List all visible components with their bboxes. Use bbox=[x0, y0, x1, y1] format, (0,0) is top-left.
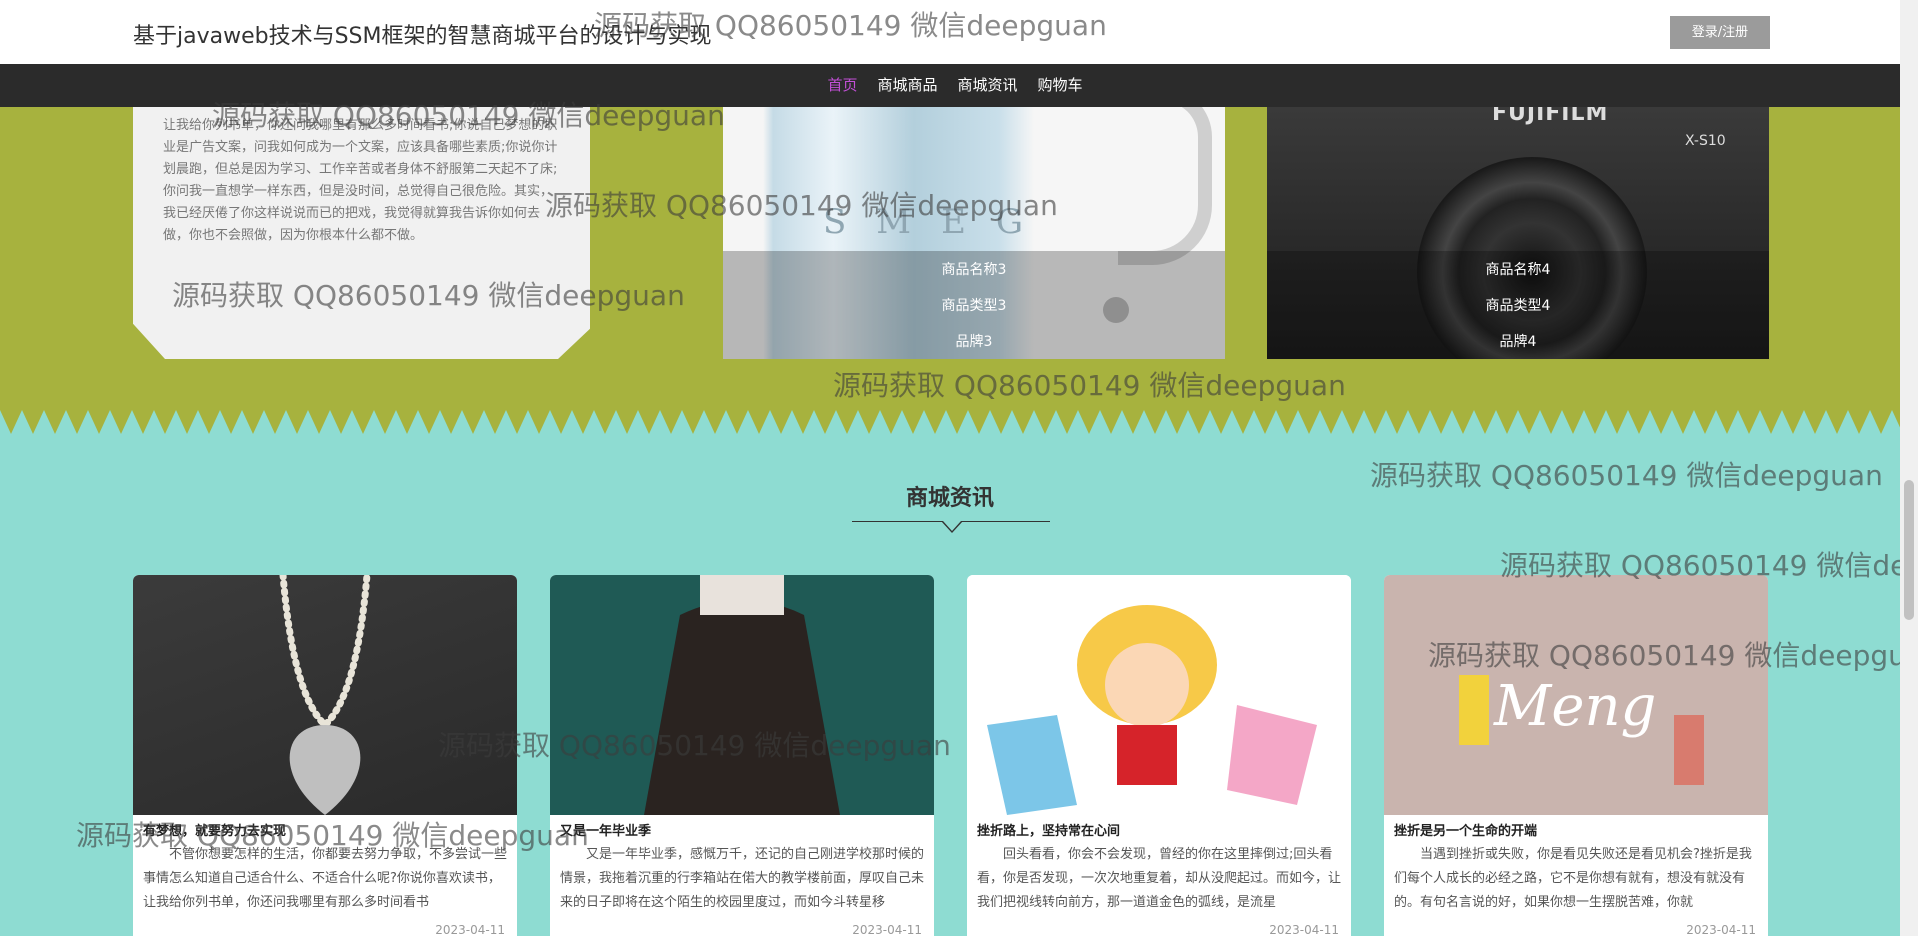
page-scrollbar[interactable] bbox=[1900, 0, 1918, 936]
news-card[interactable]: 有梦想，就要努力去实现 不管你想要怎样的生活，你都要去努力争取，不多尝试一些事情… bbox=[133, 575, 517, 936]
news-excerpt: 当遇到挫折或失败，你是看见失败还是看见机会?挫折是我们每个人成长的必经之路，它不… bbox=[1394, 847, 1752, 910]
top-header: 基于javaweb技术与SSM框架的智慧商城平台的设计与实现 登录/注册 bbox=[0, 0, 1900, 64]
svg-text:Meng: Meng bbox=[1493, 674, 1656, 739]
news-card[interactable]: 挫折路上，坚持常在心间 回头看看，你会不会发现，曾经的你在这里摔倒过;回头看看，… bbox=[967, 575, 1351, 936]
news-date: 2023-04-11 bbox=[1686, 923, 1756, 936]
news-excerpt: 又是一年毕业季，感慨万千，还记的自己刚进学校那时候的情景，我拖着沉重的行李箱站在… bbox=[560, 847, 924, 910]
news-date: 2023-04-11 bbox=[1269, 923, 1339, 936]
product-info-overlay: 商品名称4 商品类型4 品牌4 bbox=[1267, 251, 1769, 359]
product-brand: 品牌3 bbox=[955, 334, 993, 350]
product-card-4[interactable]: FUJIFILM X-S10 商品名称4 商品类型4 品牌4 bbox=[1267, 107, 1769, 359]
zigzag-divider bbox=[0, 410, 1900, 440]
news-image-meng-illustration: Meng bbox=[1384, 575, 1768, 815]
nav-item-cart[interactable]: 购物车 bbox=[1038, 64, 1083, 107]
news-image-necklace bbox=[133, 575, 517, 815]
news-excerpt: 回头看看，你会不会发现，曾经的你在这里摔倒过;回头看看，你是否发现，一次次地重复… bbox=[977, 847, 1341, 910]
product-name: 商品名称3 bbox=[941, 262, 1007, 278]
camera-model-text: X-S10 bbox=[1685, 133, 1726, 149]
product-type: 商品类型4 bbox=[1485, 298, 1551, 314]
product-card-3[interactable]: SMEG 商品名称3 商品类型3 品牌3 bbox=[723, 107, 1225, 359]
news-image-jacket bbox=[550, 575, 934, 815]
news-date: 2023-04-11 bbox=[435, 923, 505, 936]
nav-item-news[interactable]: 商城资讯 bbox=[958, 64, 1018, 107]
intro-text: 让我给你列书单，你还问我哪里有那么多时间看书;你说自己梦想的职业是广告文案，问我… bbox=[163, 118, 558, 243]
news-section-title: 商城资讯 bbox=[905, 486, 994, 511]
news-title: 有梦想，就要努力去实现 bbox=[143, 824, 287, 839]
nav-item-home[interactable]: 首页 bbox=[827, 64, 857, 107]
product-info-overlay: 商品名称3 商品类型3 品牌3 bbox=[723, 251, 1225, 359]
product-name: 商品名称4 bbox=[1485, 262, 1551, 278]
scrollbar-thumb[interactable] bbox=[1904, 480, 1914, 620]
product-type: 商品类型3 bbox=[941, 298, 1007, 314]
news-card[interactable]: 又是一年毕业季 又是一年毕业季，感慨万千，还记的自己刚进学校那时候的情景，我拖着… bbox=[550, 575, 934, 936]
news-title: 挫折路上，坚持常在心间 bbox=[977, 824, 1121, 839]
news-title: 又是一年毕业季 bbox=[560, 824, 652, 839]
site-title: 基于javaweb技术与SSM框架的智慧商城平台的设计与实现 bbox=[133, 24, 712, 49]
news-card[interactable]: Meng 挫折是另一个生命的开端 当遇到挫折或失败，你是看见失败还是看见机会?挫… bbox=[1384, 575, 1768, 936]
news-excerpt: 不管你想要怎样的生活，你都要去努力争取，不多尝试一些事情怎么知道自己适合什么、不… bbox=[143, 847, 507, 910]
news-image-cartoon-shopper bbox=[967, 575, 1351, 815]
news-title: 挫折是另一个生命的开端 bbox=[1394, 824, 1538, 839]
login-register-button[interactable]: 登录/注册 bbox=[1670, 16, 1770, 49]
camera-brand-text: FUJIFILM bbox=[1492, 107, 1609, 126]
intro-quote-card: 让我给你列书单，你还问我哪里有那么多时间看书;你说自己梦想的职业是广告文案，问我… bbox=[133, 107, 590, 359]
nav-item-products[interactable]: 商城商品 bbox=[877, 64, 937, 107]
main-nav: 首页 商城商品 商城资讯 购物车 bbox=[0, 64, 1900, 107]
news-date: 2023-04-11 bbox=[852, 923, 922, 936]
product-brand: 品牌4 bbox=[1499, 334, 1537, 350]
